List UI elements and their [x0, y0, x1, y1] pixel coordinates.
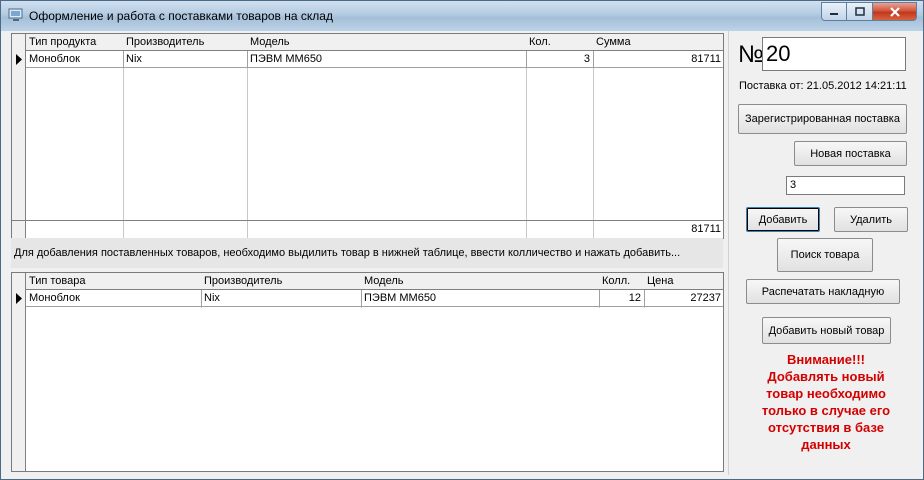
grid-line	[723, 34, 724, 239]
delivery-grid[interactable]: Тип продукта Производитель Модель Кол. С…	[11, 33, 724, 239]
quantity-input[interactable]: 3	[786, 176, 905, 195]
column-header[interactable]: Производитель	[123, 34, 248, 51]
current-row-icon	[16, 293, 22, 304]
cell-model[interactable]: ПЭВМ MM650	[361, 290, 600, 307]
delivery-number-field[interactable]: 20	[762, 37, 906, 71]
window-controls	[821, 2, 917, 21]
warning-text: Внимание!!! Добавлять новый товар необхо…	[761, 352, 891, 452]
control-panel: № 20 Поставка от: 21.05.2012 14:21:11 За…	[728, 31, 918, 475]
table-row[interactable]: Моноблок Nix ПЭВМ MM650 3 81711	[12, 51, 723, 68]
cell-type[interactable]: Моноблок	[26, 290, 202, 307]
window-title: Оформление и работа с поставками товаров…	[29, 9, 333, 23]
column-header[interactable]: Цена	[644, 273, 723, 290]
cell-qty[interactable]: 3	[526, 51, 594, 68]
goods-grid[interactable]: Тип товара Производитель Модель Колл. Це…	[11, 272, 724, 472]
add-new-goods-button[interactable]: Добавить новый товар	[762, 317, 891, 344]
app-icon	[8, 8, 23, 21]
cell-sum[interactable]: 81711	[593, 51, 723, 68]
cell-qty[interactable]: 12	[599, 290, 645, 307]
maximize-button[interactable]	[847, 2, 873, 21]
column-header[interactable]: Колл.	[599, 273, 645, 290]
delete-button[interactable]: Удалить	[834, 207, 908, 232]
cell-maker[interactable]: Nix	[201, 290, 362, 307]
close-icon	[889, 6, 900, 17]
grid-header: Тип продукта Производитель Модель Кол. С…	[12, 34, 723, 51]
add-button[interactable]: Добавить	[746, 207, 820, 232]
column-header[interactable]: Модель	[361, 273, 600, 290]
cell-type[interactable]: Моноблок	[26, 51, 124, 68]
client-area: Тип продукта Производитель Модель Кол. С…	[7, 31, 919, 475]
search-goods-button[interactable]: Поиск товара	[777, 238, 873, 272]
cell-price[interactable]: 27237	[644, 290, 723, 307]
maximize-icon	[854, 7, 865, 16]
grid-header: Тип товара Производитель Модель Колл. Це…	[12, 273, 723, 290]
column-header[interactable]: Тип продукта	[26, 34, 124, 51]
new-delivery-button[interactable]: Новая поставка	[794, 141, 907, 166]
grid-footer: 81711	[12, 221, 723, 238]
main-window: Оформление и работа с поставками товаров…	[0, 0, 924, 480]
column-header[interactable]: Модель	[247, 34, 527, 51]
column-header[interactable]: Кол.	[526, 34, 594, 51]
instruction-text: Для добавления поставленных товаров, нео…	[11, 238, 723, 268]
registered-delivery-button[interactable]: Зарегистрированная поставка	[738, 104, 907, 134]
number-sign: №	[738, 41, 764, 68]
column-header[interactable]: Сумма	[593, 34, 723, 51]
column-header[interactable]: Тип товара	[26, 273, 202, 290]
delivery-date-label: Поставка от: 21.05.2012 14:21:11	[739, 80, 907, 92]
print-invoice-button[interactable]: Распечатать накладную	[746, 279, 900, 304]
cell-maker[interactable]: Nix	[123, 51, 248, 68]
current-row-icon	[16, 54, 22, 65]
footer-total: 81711	[593, 221, 723, 238]
column-header[interactable]: Производитель	[201, 273, 362, 290]
cell-model[interactable]: ПЭВМ MM650	[247, 51, 527, 68]
title-bar[interactable]: Оформление и работа с поставками товаров…	[1, 1, 923, 31]
minimize-button[interactable]	[821, 2, 847, 21]
table-row[interactable]: Моноблок Nix ПЭВМ MM650 12 27237	[12, 290, 723, 307]
close-button[interactable]	[873, 2, 917, 21]
minimize-icon	[830, 12, 838, 15]
